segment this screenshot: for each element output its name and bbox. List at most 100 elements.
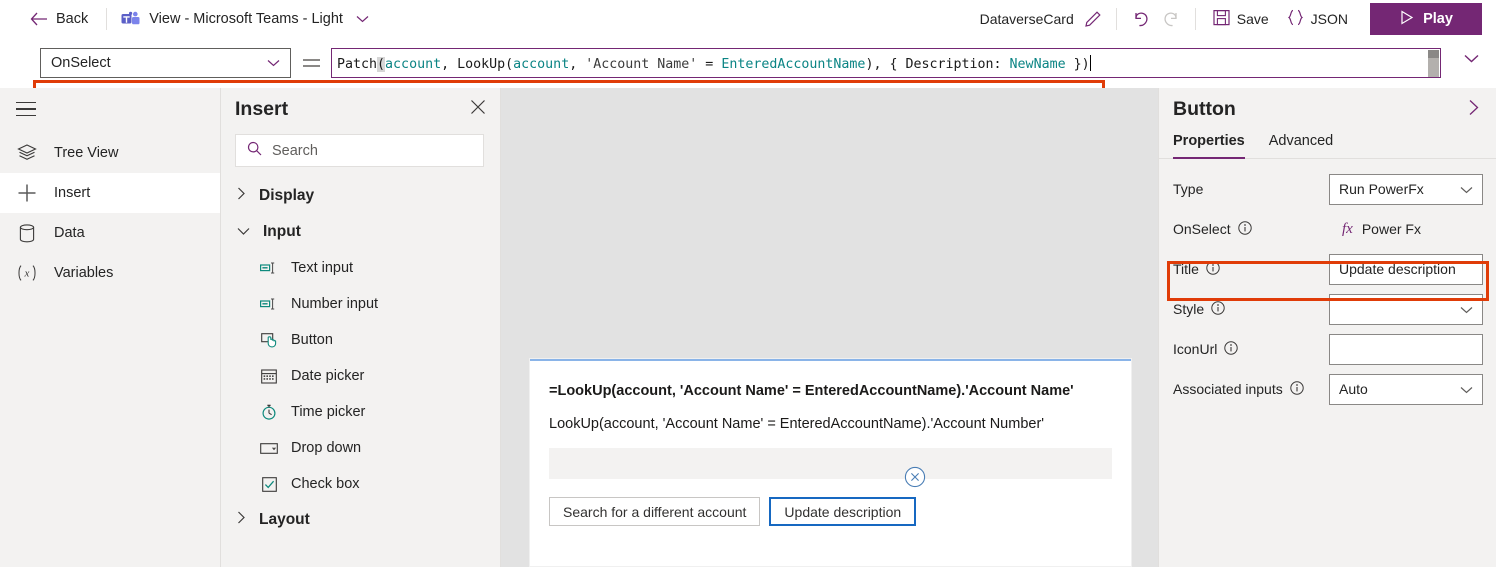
onselect-powerfx-button[interactable]: fx Power Fx (1329, 221, 1483, 238)
tab-advanced[interactable]: Advanced (1269, 133, 1334, 158)
chevron-down-icon (1460, 301, 1473, 317)
property-name-label: OnSelect (51, 55, 111, 71)
chevron-down-icon[interactable] (356, 10, 369, 28)
sidebar-item-label: Data (54, 225, 85, 241)
dropdown-icon (260, 442, 278, 454)
formula-expand-chevron-icon[interactable] (1464, 50, 1479, 68)
pencil-icon[interactable] (1083, 9, 1103, 29)
style-dropdown[interactable] (1329, 293, 1483, 325)
plus-icon (16, 183, 38, 203)
save-label: Save (1236, 11, 1269, 27)
top-toolbar: Back View - Microsoft Teams - Light Data… (0, 0, 1496, 38)
associated-inputs-dropdown[interactable]: Auto (1329, 373, 1483, 405)
card-button-row: Search for a different account Update de… (530, 479, 1131, 526)
insert-item-time-picker[interactable]: Time picker (221, 394, 500, 430)
chevron-down-icon (237, 223, 250, 241)
search-field[interactable] (272, 142, 472, 159)
insert-group-layout[interactable]: Layout (221, 502, 500, 538)
property-label-text: Style (1173, 301, 1205, 317)
insert-item-text-input[interactable]: Text input (221, 250, 500, 286)
chevron-right-icon (237, 511, 246, 529)
property-label-text: IconUrl (1173, 341, 1218, 357)
onselect-value: Power Fx (1361, 221, 1421, 237)
title-input[interactable]: Update description (1329, 253, 1483, 285)
insert-item-label: Date picker (291, 368, 365, 384)
save-button[interactable]: Save (1213, 9, 1269, 29)
database-icon (16, 223, 38, 243)
info-icon[interactable] (1211, 300, 1225, 318)
search-input[interactable] (235, 134, 484, 167)
fx-icon: fx (1342, 220, 1353, 237)
chevron-down-icon[interactable] (267, 55, 280, 71)
property-label-text: Title (1173, 261, 1199, 277)
associated-inputs-value: Auto (1339, 381, 1368, 397)
formula-scrollbar-track[interactable] (1428, 58, 1439, 77)
curly-braces-icon (1286, 9, 1305, 29)
sidebar-item-data[interactable]: Data (0, 213, 220, 253)
toolbar-divider (1194, 8, 1196, 30)
insert-item-label: Button (291, 332, 333, 348)
card-button-update-description[interactable]: Update description (769, 497, 917, 526)
left-navigation-rail: Tree View Insert Data x Variables (0, 88, 221, 567)
property-label: OnSelect (1173, 220, 1252, 238)
insert-group-label: Input (263, 223, 301, 240)
property-row-title: Title Update description (1159, 249, 1496, 289)
equals-sign-icon (303, 59, 320, 67)
adaptive-card-preview[interactable]: =LookUp(account, 'Account Name' = Entere… (530, 359, 1131, 566)
insert-item-drop-down[interactable]: Drop down (221, 430, 500, 466)
info-icon[interactable] (1206, 260, 1220, 278)
sidebar-item-label: Tree View (54, 145, 119, 161)
chevron-right-icon[interactable] (1468, 99, 1480, 121)
number-input-icon (260, 298, 278, 310)
play-button[interactable]: Play (1370, 3, 1482, 35)
properties-panel: Button Properties Advanced Type Run Powe… (1158, 88, 1496, 567)
toolbar-divider (106, 8, 108, 30)
text-input-icon (260, 262, 278, 274)
sidebar-item-insert[interactable]: Insert (0, 173, 220, 213)
property-label: Associated inputs (1173, 380, 1304, 398)
property-row-onselect: OnSelect fx Power Fx (1159, 209, 1496, 249)
insert-item-button[interactable]: Button (221, 322, 500, 358)
card-text-line-1: =LookUp(account, 'Account Name' = Entere… (549, 383, 1074, 399)
property-dropdown[interactable]: OnSelect (40, 48, 291, 78)
view-title-group[interactable]: View - Microsoft Teams - Light (121, 10, 369, 28)
property-selector[interactable]: OnSelect (40, 48, 291, 78)
close-icon[interactable] (470, 99, 486, 120)
sidebar-item-variables[interactable]: x Variables (0, 253, 220, 293)
insert-item-number-input[interactable]: Number input (221, 286, 500, 322)
info-icon[interactable] (1237, 220, 1252, 238)
clock-icon (260, 404, 278, 420)
formula-scrollbar-thumb[interactable] (1428, 50, 1439, 58)
design-canvas[interactable]: =LookUp(account, 'Account Name' = Entere… (501, 88, 1158, 567)
play-label: Play (1423, 11, 1453, 27)
type-dropdown[interactable]: Run PowerFx (1329, 173, 1483, 205)
back-label: Back (56, 11, 89, 27)
circle-x-delete-icon[interactable] (904, 466, 926, 488)
floppy-disk-icon (1213, 9, 1230, 29)
property-label: Type (1173, 181, 1204, 197)
info-icon[interactable] (1290, 380, 1304, 398)
insert-item-check-box[interactable]: Check box (221, 466, 500, 502)
info-icon[interactable] (1224, 340, 1239, 358)
card-button-search-different-account[interactable]: Search for a different account (549, 497, 761, 526)
property-label: Style (1173, 300, 1225, 318)
insert-item-date-picker[interactable]: Date picker (221, 358, 500, 394)
insert-group-input[interactable]: Input (221, 214, 500, 250)
property-label-text: OnSelect (1173, 221, 1231, 237)
view-title-label: View - Microsoft Teams - Light (149, 11, 343, 27)
sidebar-item-tree-view[interactable]: Tree View (0, 133, 220, 173)
property-row-associated-inputs: Associated inputs Auto (1159, 369, 1496, 409)
properties-panel-title: Button (1173, 98, 1236, 120)
insert-group-display[interactable]: Display (221, 178, 500, 214)
microsoft-teams-logo-icon (121, 11, 140, 28)
tab-properties[interactable]: Properties (1173, 133, 1245, 159)
iconurl-input[interactable] (1329, 333, 1483, 365)
back-button[interactable]: Back (30, 11, 88, 27)
layers-icon (16, 144, 38, 162)
properties-panel-header: Button (1159, 88, 1496, 121)
hamburger-menu-icon[interactable] (12, 93, 44, 125)
formula-input[interactable]: Patch(account, LookUp(account, 'Account … (331, 48, 1441, 78)
undo-arrow-icon[interactable] (1130, 8, 1156, 30)
json-button[interactable]: JSON (1286, 9, 1348, 29)
card-text-input[interactable] (549, 448, 1112, 479)
